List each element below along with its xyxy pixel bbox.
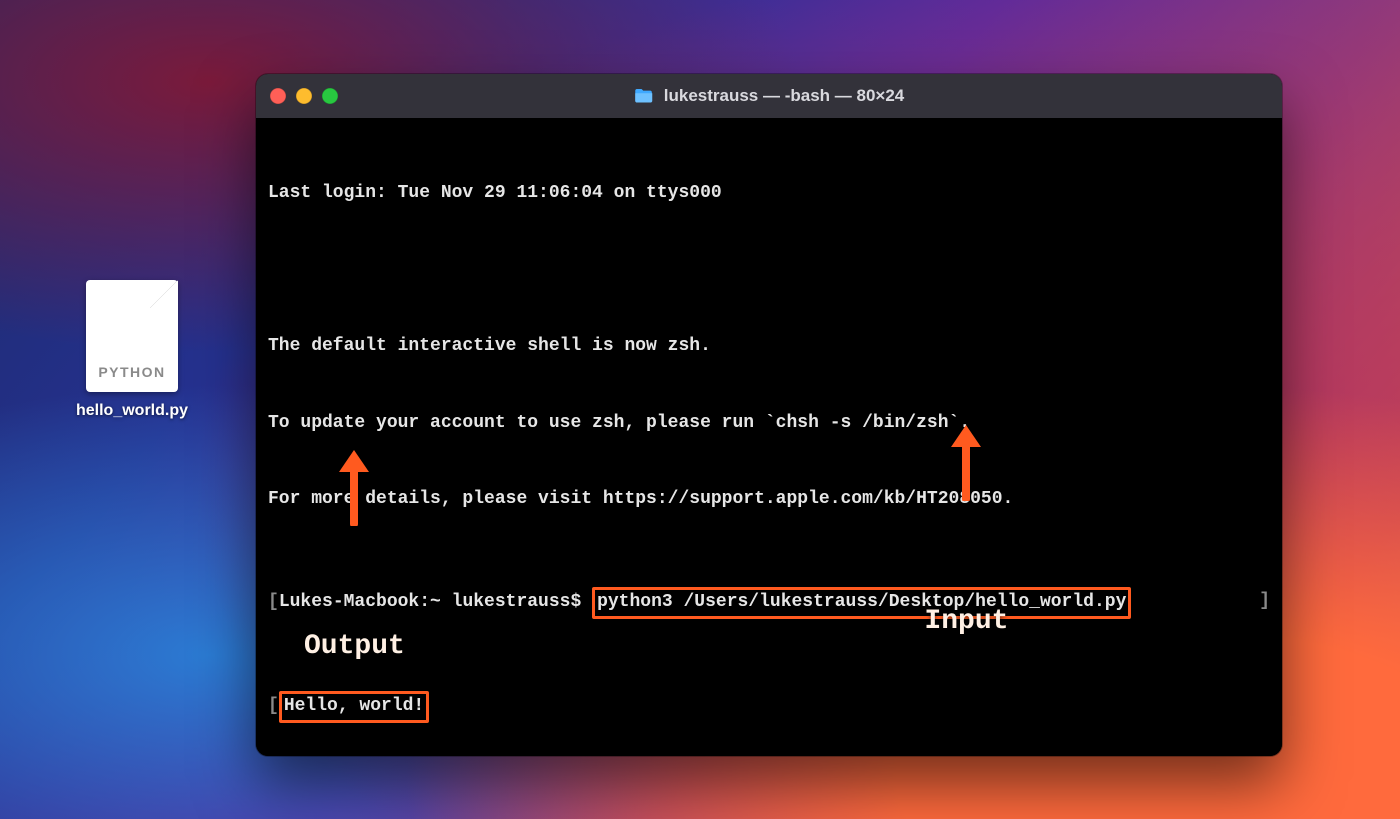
file-icon: PYTHON [86,280,178,392]
minimize-button[interactable] [296,88,312,104]
terminal-line-zsh3: For more details, please visit https://s… [268,487,1270,513]
close-button[interactable] [270,88,286,104]
window-titlebar[interactable]: lukestrauss — -bash — 80×24 [256,74,1282,118]
window-title-text: lukestrauss — -bash — 80×24 [664,86,904,106]
desktop-file-hello-world[interactable]: PYTHON hello_world.py [72,280,192,420]
file-type-label: PYTHON [86,364,178,380]
bracket-close: ] [1259,589,1270,615]
window-title: lukestrauss — -bash — 80×24 [634,86,904,106]
terminal-line-blank [268,258,1270,284]
bracket-open: [ [268,592,279,612]
annotation-output: Output [304,348,405,711]
zoom-button[interactable] [322,88,338,104]
bracket-open-2: [ [268,696,279,716]
terminal-line-zsh1: The default interactive shell is now zsh… [268,334,1270,360]
annotation-output-label: Output [304,634,405,660]
file-name-label: hello_world.py [72,402,192,420]
command-highlight: python3 /Users/lukestrauss/Desktop/hello… [592,587,1131,619]
arrow-up-icon [337,399,371,577]
terminal-body[interactable]: Last login: Tue Nov 29 11:06:04 on ttys0… [256,118,1282,756]
terminal-line-command: [Lukes-Macbook:~ lukestrauss$ python3 /U… [268,589,1270,617]
terminal-line-output: [Hello, world! [268,693,1270,721]
folder-icon [634,88,654,104]
annotation-input: Input [916,323,1017,686]
terminal-window: lukestrauss — -bash — 80×24 Last login: … [256,74,1282,756]
terminal-line-last-login: Last login: Tue Nov 29 11:06:04 on ttys0… [268,181,1270,207]
annotation-input-label: Input [916,609,1017,635]
arrow-up-icon [949,374,983,552]
window-controls [270,88,338,104]
command-text: python3 /Users/lukestrauss/Desktop/hello… [597,592,1126,612]
